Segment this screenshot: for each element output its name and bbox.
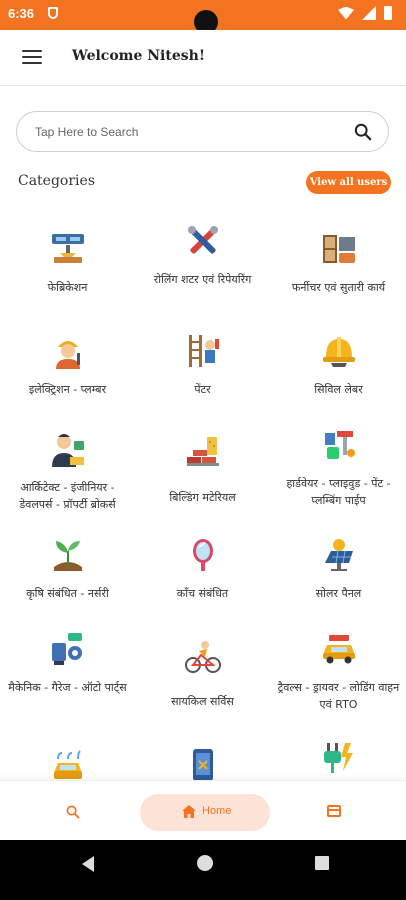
car-wash-icon bbox=[54, 750, 82, 779]
home-icon bbox=[182, 805, 196, 818]
cycle-icon bbox=[185, 641, 221, 673]
category-label: ट्रैवल्स - ड्रायवर - लोडिंग वाहन एवं RTO bbox=[277, 681, 400, 711]
category-label: काँच संबंधित bbox=[176, 587, 229, 600]
travel-icon bbox=[323, 635, 355, 664]
hardware-icon bbox=[325, 431, 355, 459]
electrician-icon bbox=[56, 341, 80, 369]
category-label: हार्डवेयर - प्लाइवुड - पेंट - प्लम्बिंग … bbox=[286, 477, 391, 507]
category-label: फर्नीचर एवं सुतारी कार्य bbox=[291, 281, 386, 294]
category-label: इलेक्ट्रिशन - प्लम्बर bbox=[28, 383, 107, 396]
category-label: सिविल लेबर bbox=[314, 383, 363, 396]
architect-icon bbox=[52, 434, 84, 467]
search-icon[interactable] bbox=[354, 123, 372, 141]
card-icon[interactable] bbox=[327, 805, 341, 817]
plug-icon bbox=[324, 743, 353, 773]
back-icon[interactable] bbox=[82, 856, 94, 872]
mirror-icon bbox=[193, 539, 213, 571]
battery-icon bbox=[384, 6, 392, 20]
category-label: रोलिंग शटर एवं रिपेयरिंग bbox=[153, 273, 252, 286]
recent-apps-icon[interactable] bbox=[315, 856, 329, 870]
search-placeholder: Tap Here to Search bbox=[35, 125, 139, 139]
nav-search-icon[interactable] bbox=[66, 805, 80, 819]
fabrication-icon bbox=[52, 234, 84, 263]
furniture-icon bbox=[323, 235, 355, 263]
shield-icon bbox=[48, 7, 58, 19]
phone-repair-icon bbox=[193, 749, 213, 781]
solar-icon bbox=[325, 539, 353, 571]
bricks-icon bbox=[187, 437, 219, 466]
category-label: पेंटर bbox=[194, 383, 211, 396]
category-label: फेब्रिकेशन bbox=[47, 281, 88, 294]
category-label: सायकिल सर्विस bbox=[171, 695, 234, 708]
app-bar: Welcome Nitesh! bbox=[0, 30, 406, 86]
system-nav-bar bbox=[0, 840, 406, 900]
signal-icon bbox=[362, 6, 376, 20]
mechanic-icon bbox=[52, 633, 82, 665]
category-label: मैकेनिक - गैरेज - ऑटो पार्ट्स bbox=[8, 681, 127, 694]
painter-icon bbox=[189, 335, 219, 367]
system-home-icon[interactable] bbox=[197, 855, 213, 871]
status-time: 6:36 bbox=[8, 6, 35, 21]
category-label: आर्किटेक्ट - इंजीनियर - डेवलपर्स - प्रॉप… bbox=[19, 481, 116, 511]
nav-home-label: Home bbox=[202, 805, 232, 817]
categories-title: Categories bbox=[18, 173, 95, 189]
view-all-users-button[interactable]: View all users bbox=[306, 171, 391, 194]
nav-home-tab[interactable]: Home bbox=[140, 794, 270, 831]
page-title: Welcome Nitesh! bbox=[72, 48, 205, 64]
category-label: बिल्डिंग मटेरियल bbox=[169, 491, 236, 504]
menu-icon[interactable] bbox=[22, 50, 42, 66]
search-input[interactable]: Tap Here to Search bbox=[16, 111, 389, 152]
category-label: सोलर पैनल bbox=[315, 587, 362, 600]
status-icons bbox=[338, 6, 392, 20]
category-label: कृषि संबंधित - नर्सरी bbox=[26, 587, 109, 600]
tools-icon bbox=[188, 226, 218, 254]
plant-icon bbox=[54, 541, 82, 571]
helmet-icon bbox=[323, 337, 355, 367]
wifi-icon bbox=[338, 6, 354, 20]
bottom-nav: Home bbox=[0, 780, 406, 840]
